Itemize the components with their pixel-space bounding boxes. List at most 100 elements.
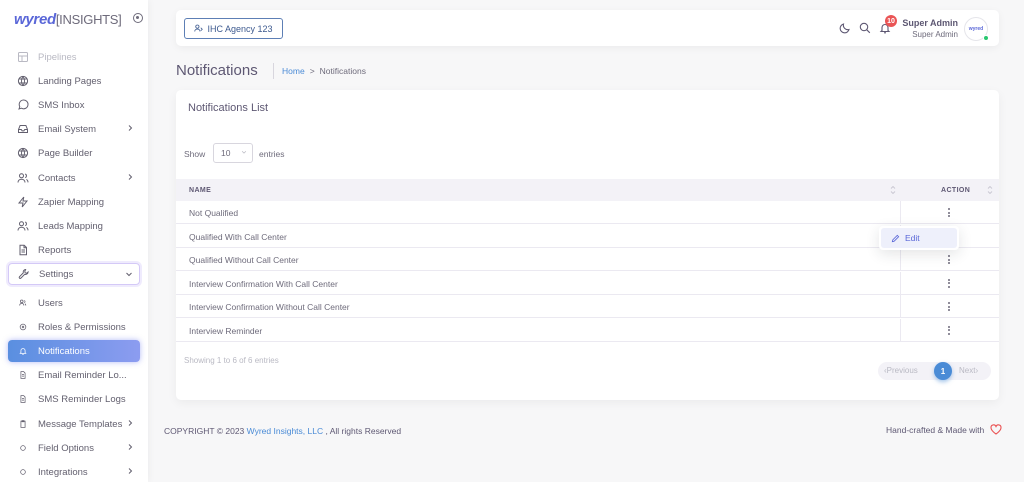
- more-vertical-icon[interactable]: [946, 301, 952, 312]
- globe-icon: [17, 147, 29, 159]
- user-switch-icon: [194, 24, 204, 32]
- edit-menu-item[interactable]: Edit: [881, 228, 957, 248]
- tool-icon: [18, 268, 30, 280]
- chevron-right-icon: [128, 444, 133, 450]
- circle-icon: [18, 467, 28, 477]
- sidebar-item-settings[interactable]: Settings: [8, 263, 140, 285]
- disc-icon: [18, 322, 28, 332]
- edit-pencil-icon: [891, 234, 900, 242]
- sidebar-item-users[interactable]: Users: [8, 292, 140, 314]
- footer-crafted: Hand-crafted & Made with: [886, 424, 1002, 435]
- brand-logo[interactable]: wyred[INSIGHTS]: [14, 11, 122, 28]
- table-row: Not Qualified: [176, 201, 999, 224]
- file-small-icon: [18, 370, 28, 380]
- sidebar-item-label: Field Options: [38, 442, 94, 454]
- moon-icon[interactable]: [839, 22, 851, 34]
- chevron-right-icon: [128, 468, 133, 474]
- search-icon[interactable]: [859, 22, 871, 34]
- users-icon: [17, 220, 29, 232]
- chevron-down-icon: [241, 150, 247, 154]
- sidebar-item-reports[interactable]: Reports: [8, 239, 140, 261]
- sidebar-item-zapier-mapping[interactable]: Zapier Mapping: [8, 191, 140, 213]
- sidebar-item-label: Roles & Permissions: [38, 321, 126, 333]
- sidebar-item-label: Reports: [38, 244, 72, 256]
- more-vertical-icon[interactable]: [946, 278, 952, 289]
- sidebar-item-pipelines[interactable]: Pipelines: [8, 46, 140, 68]
- pagination-page-1[interactable]: 1: [934, 362, 952, 380]
- company-link[interactable]: Wyred Insights, LLC: [247, 426, 323, 436]
- notification-name: Interview Reminder: [189, 325, 263, 336]
- card-title: Notifications List: [188, 102, 269, 114]
- sidebar-item-notifications[interactable]: Notifications: [8, 340, 140, 362]
- sidebar-item-label: Zapier Mapping: [38, 196, 105, 208]
- breadcrumb-separator: >: [309, 66, 315, 76]
- table-info: Showing 1 to 6 of 6 entries: [184, 356, 279, 365]
- brand-logo-text-2: [INSIGHTS]: [55, 12, 122, 27]
- chevron-right-icon: [128, 125, 133, 131]
- pagination-next[interactable]: Next›: [959, 366, 978, 375]
- table-header: NAME ACTION: [176, 179, 999, 201]
- users-icon: [17, 172, 29, 184]
- column-divider: [900, 201, 901, 224]
- more-vertical-icon[interactable]: [946, 325, 952, 336]
- top-navbar: IHC Agency 123 10 Super Admin Super Admi…: [176, 10, 999, 46]
- entries-per-page-select[interactable]: 10: [213, 143, 253, 163]
- pagination-previous[interactable]: ‹Previous: [884, 366, 918, 375]
- table-row: Qualified Without Call Center: [176, 248, 999, 271]
- sidebar-item-label: Contacts: [38, 172, 76, 184]
- user-role: Super Admin: [912, 30, 958, 39]
- chevron-right-icon: [128, 420, 133, 426]
- notification-name: Not Qualified: [189, 208, 239, 218]
- sidebar-item-label: Email System: [38, 123, 97, 135]
- agency-switch-button[interactable]: IHC Agency 123: [184, 18, 283, 39]
- sidebar-item-label: Page Builder: [38, 147, 93, 159]
- heart-icon: [990, 424, 1002, 435]
- more-vertical-icon[interactable]: [946, 207, 952, 218]
- page-title: Notifications: [176, 62, 258, 79]
- sort-icon[interactable]: [986, 184, 994, 196]
- more-vertical-icon[interactable]: [946, 254, 952, 265]
- table-row: Interview Confirmation Without Call Cent…: [176, 295, 999, 318]
- sidebar-item-sms-reminder-logs[interactable]: SMS Reminder Logs: [8, 388, 140, 410]
- show-label: Show: [184, 149, 206, 159]
- sidebar-toggle-icon[interactable]: [133, 13, 143, 23]
- bell-small-icon: [18, 346, 28, 356]
- previous-label: Previous: [886, 366, 918, 375]
- entries-select-value: 10: [221, 148, 231, 158]
- sidebar-item-contacts[interactable]: Contacts: [8, 167, 140, 189]
- sidebar-item-leads-mapping[interactable]: Leads Mapping: [8, 215, 140, 237]
- sort-icon[interactable]: [889, 184, 897, 196]
- crafted-text: Hand-crafted & Made with: [886, 424, 985, 435]
- notification-count-badge: 10: [885, 15, 897, 27]
- column-divider: [900, 295, 901, 318]
- clipboard-icon: [18, 419, 28, 429]
- sidebar-item-roles-permissions[interactable]: Roles & Permissions: [8, 316, 140, 338]
- sidebar-item-field-options[interactable]: Field Options: [8, 437, 140, 459]
- sidebar-item-label: Notifications: [38, 345, 90, 357]
- breadcrumb-home-link[interactable]: Home: [282, 66, 305, 76]
- sidebar-item-email-reminder-lo[interactable]: Email Reminder Lo...: [8, 364, 140, 386]
- chevron-right-icon: [128, 174, 133, 180]
- breadcrumb-current: Notifications: [319, 66, 366, 76]
- edit-label: Edit: [905, 233, 920, 243]
- sidebar-item-label: Users: [38, 297, 63, 309]
- table-row: Qualified With Call Center: [176, 224, 999, 248]
- column-divider: [900, 318, 901, 342]
- copyright-suffix: , All rights Reserved: [325, 426, 402, 436]
- sidebar-item-message-templates[interactable]: Message Templates: [8, 413, 140, 435]
- inbox-icon: [17, 123, 29, 135]
- circle-icon: [18, 443, 28, 453]
- sidebar-item-integrations[interactable]: Integrations: [8, 461, 140, 482]
- column-header-action: ACTION: [941, 187, 971, 194]
- sidebar-item-email-system[interactable]: Email System: [8, 118, 140, 140]
- column-header-name[interactable]: NAME: [189, 187, 211, 194]
- user-name[interactable]: Super Admin: [902, 18, 958, 28]
- table-row: Interview Reminder: [176, 318, 999, 342]
- sidebar-item-page-builder[interactable]: Page Builder: [8, 142, 140, 164]
- avatar-logo-text: wyred: [968, 26, 984, 32]
- notification-name: Interview Confirmation With Call Center: [189, 278, 338, 289]
- sidebar-item-landing-pages[interactable]: Landing Pages: [8, 70, 140, 92]
- copyright-prefix: COPYRIGHT © 2023: [164, 426, 245, 436]
- sidebar-item-label: Pipelines: [38, 51, 77, 63]
- sidebar-item-sms-inbox[interactable]: SMS Inbox: [8, 94, 140, 116]
